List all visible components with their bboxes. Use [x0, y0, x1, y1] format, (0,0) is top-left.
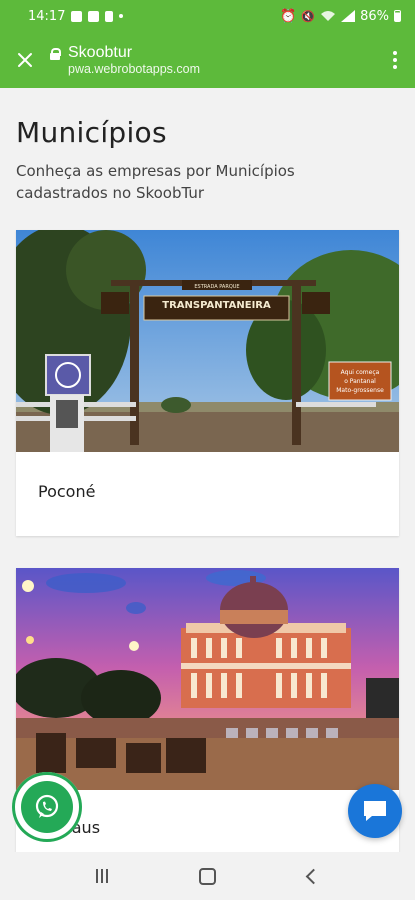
mail-icon: [88, 10, 100, 22]
municipio-card-pocone[interactable]: TRANSPANTANEIRA ESTRADA PARQUE Aqui come…: [16, 230, 399, 536]
card-label-pocone: Poconé: [38, 482, 96, 501]
close-icon: [18, 53, 32, 67]
browser-host: pwa.webrobotapps.com: [68, 62, 201, 76]
page-subtitle: Conheça as empresas por Municípios cadas…: [16, 162, 295, 202]
system-nav-bar: [0, 852, 415, 900]
battery-text: 86%: [360, 8, 389, 24]
whatsapp-button[interactable]: [12, 772, 82, 842]
close-button[interactable]: [0, 32, 50, 88]
more-menu-button[interactable]: [375, 32, 415, 88]
whatsapp-icon: [35, 794, 59, 818]
photo-icon: [71, 10, 83, 22]
alarm-icon: ⏰: [280, 8, 297, 24]
mute-icon: 🔇: [301, 9, 316, 23]
svg-text:Mato-grossense: Mato-grossense: [336, 387, 384, 394]
svg-text:o Pantanal: o Pantanal: [344, 378, 376, 385]
status-time: 14:17: [28, 8, 66, 24]
page-title: Municípios: [16, 116, 167, 149]
card-image-pocone: TRANSPANTANEIRA ESTRADA PARQUE Aqui come…: [16, 230, 399, 452]
card-image-manaus: [16, 568, 399, 790]
lock-icon: [50, 47, 61, 60]
more-vertical-icon: [393, 51, 397, 55]
chat-icon: [364, 801, 386, 821]
browser-toolbar: Skoobtur pwa.webrobotapps.com: [0, 32, 415, 88]
back-icon[interactable]: [305, 868, 322, 884]
url-block[interactable]: Skoobtur pwa.webrobotapps.com: [50, 44, 375, 77]
chat-button[interactable]: [348, 784, 402, 838]
signal-icon: [341, 10, 356, 22]
status-bar: 14:17 ⏰ 🔇 86%: [0, 0, 415, 32]
browser-title: Skoobtur: [68, 43, 133, 61]
home-icon[interactable]: [199, 867, 217, 885]
sign-top-text: ESTRADA PARQUE: [194, 284, 239, 290]
wifi-icon: [321, 11, 336, 21]
svg-text:Aqui começa: Aqui começa: [341, 369, 380, 376]
sign-main-text: TRANSPANTANEIRA: [162, 300, 271, 311]
recent-apps-icon[interactable]: [95, 869, 108, 883]
sim-icon: [105, 10, 114, 22]
page-content: Municípios Conheça as empresas por Munic…: [0, 88, 415, 852]
battery-icon: [394, 10, 401, 22]
dot-icon: [119, 14, 124, 18]
